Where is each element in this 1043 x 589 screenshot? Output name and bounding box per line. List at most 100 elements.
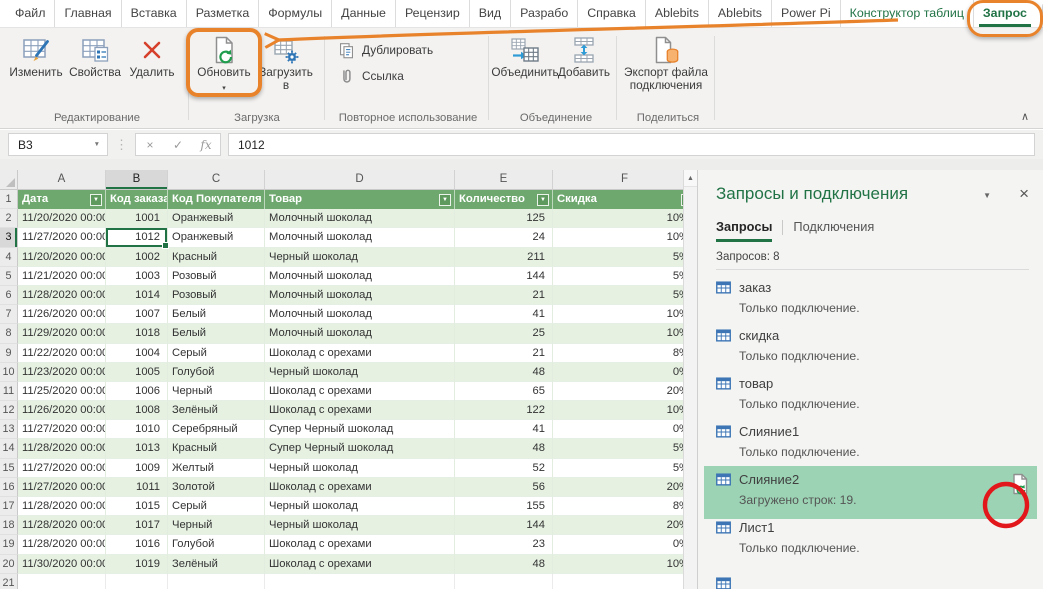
cell-C3[interactable]: Оранжевый xyxy=(168,228,265,247)
row-header-21[interactable]: 21 xyxy=(0,574,18,589)
cell-F18[interactable]: 20% xyxy=(553,516,697,535)
column-header-D[interactable]: D xyxy=(265,170,455,190)
cell-D15[interactable]: Черный шоколад xyxy=(265,459,455,478)
cell-E19[interactable]: 23 xyxy=(455,535,553,554)
cell-C2[interactable]: Оранжевый xyxy=(168,209,265,228)
panel-tab-connections[interactable]: Подключения xyxy=(793,219,874,239)
cell-D10[interactable]: Черный шоколад xyxy=(265,363,455,382)
cell-B19[interactable]: 1016 xyxy=(106,535,168,554)
cell-A12[interactable]: 11/26/2020 00:00 xyxy=(18,401,106,420)
query-item-скидка[interactable]: скидкаТолько подключение. xyxy=(716,327,1029,375)
vertical-scrollbar[interactable]: ▲ xyxy=(683,170,697,589)
cell-B2[interactable]: 1001 xyxy=(106,209,168,228)
cell-B18[interactable]: 1017 xyxy=(106,516,168,535)
row-header-15[interactable]: 15 xyxy=(0,459,18,478)
tab-Ablebits[interactable]: Ablebits xyxy=(709,0,772,27)
cell-E6[interactable]: 21 xyxy=(455,286,553,305)
tab-Запрос[interactable]: Запрос xyxy=(974,0,1036,27)
cell-F2[interactable]: 10% xyxy=(553,209,697,228)
row-header-20[interactable]: 20 xyxy=(0,555,18,574)
cell-E20[interactable]: 48 xyxy=(455,555,553,574)
button-Ссылка[interactable]: Ссылка xyxy=(330,66,404,86)
button-Объединить[interactable]: Объединить xyxy=(494,32,556,79)
tab-Вставка[interactable]: Вставка xyxy=(122,0,187,27)
name-box[interactable]: B3 ▼ xyxy=(8,133,108,156)
tab-Рецензир[interactable]: Рецензир xyxy=(396,0,470,27)
cell-E5[interactable]: 144 xyxy=(455,267,553,286)
row-header-6[interactable]: 6 xyxy=(0,286,18,305)
cell-F10[interactable]: 0% xyxy=(553,363,697,382)
refresh-preview-icon[interactable] xyxy=(1011,473,1029,495)
formula-input[interactable]: 1012 xyxy=(228,133,1035,156)
button-Загрузить[interactable]: Загрузитьв xyxy=(256,32,316,92)
tab-Ablebits[interactable]: Ablebits xyxy=(646,0,709,27)
cell-B5[interactable]: 1003 xyxy=(106,267,168,286)
cell-F7[interactable]: 10% xyxy=(553,305,697,324)
cell-E7[interactable]: 41 xyxy=(455,305,553,324)
cell-D9[interactable]: Шоколад с орехами xyxy=(265,344,455,363)
cell-E14[interactable]: 48 xyxy=(455,439,553,458)
cell-C19[interactable]: Голубой xyxy=(168,535,265,554)
cell-D14[interactable]: Супер Черный шоколад xyxy=(265,439,455,458)
row-header-12[interactable]: 12 xyxy=(0,401,18,420)
cancel-icon[interactable]: × xyxy=(136,138,164,152)
row-header-18[interactable]: 18 xyxy=(0,516,18,535)
cell-A20[interactable]: 11/30/2020 00:00 xyxy=(18,555,106,574)
cell-F5[interactable]: 5% xyxy=(553,267,697,286)
panel-chevron-down-icon[interactable]: ▼ xyxy=(983,191,991,200)
cell-E3[interactable]: 24 xyxy=(455,228,553,247)
cell-D8[interactable]: Молочный шоколад xyxy=(265,324,455,343)
row-header-7[interactable]: 7 xyxy=(0,305,18,324)
cell-C20[interactable]: Зелёный xyxy=(168,555,265,574)
panel-close-icon[interactable]: × xyxy=(1019,185,1029,202)
cell-B20[interactable]: 1019 xyxy=(106,555,168,574)
table-header-Код заказа[interactable]: Код заказа▼ xyxy=(106,190,168,209)
query-item-заказ[interactable]: заказТолько подключение. xyxy=(716,279,1029,327)
row-header-14[interactable]: 14 xyxy=(0,439,18,458)
cell-C16[interactable]: Золотой xyxy=(168,478,265,497)
cell-C7[interactable]: Белый xyxy=(168,305,265,324)
row-header-2[interactable]: 2 xyxy=(0,209,18,228)
cell-A4[interactable]: 11/20/2020 00:00 xyxy=(18,248,106,267)
cell-E11[interactable]: 65 xyxy=(455,382,553,401)
cell-E13[interactable]: 41 xyxy=(455,420,553,439)
cell-C8[interactable]: Белый xyxy=(168,324,265,343)
cell-D21[interactable] xyxy=(265,574,455,589)
row-header-5[interactable]: 5 xyxy=(0,267,18,286)
cell-F19[interactable]: 0% xyxy=(553,535,697,554)
cell-F4[interactable]: 5% xyxy=(553,248,697,267)
cell-B13[interactable]: 1010 xyxy=(106,420,168,439)
filter-dropdown-icon[interactable]: ▼ xyxy=(90,194,102,206)
cell-E9[interactable]: 21 xyxy=(455,344,553,363)
cell-D12[interactable]: Шоколад с орехами xyxy=(265,401,455,420)
row-header-4[interactable]: 4 xyxy=(0,248,18,267)
cell-D16[interactable]: Шоколад с орехами xyxy=(265,478,455,497)
tab-Главная[interactable]: Главная xyxy=(55,0,121,27)
cell-D7[interactable]: Молочный шоколад xyxy=(265,305,455,324)
cell-D18[interactable]: Черный шоколад xyxy=(265,516,455,535)
cell-A3[interactable]: 11/27/2020 00:00 xyxy=(18,228,106,247)
tab-Вид[interactable]: Вид xyxy=(470,0,511,27)
row-header-9[interactable]: 9 xyxy=(0,344,18,363)
cell-A11[interactable]: 11/25/2020 00:00 xyxy=(18,382,106,401)
cell-B3[interactable]: 1012 xyxy=(106,228,168,247)
cell-A16[interactable]: 11/27/2020 00:00 xyxy=(18,478,106,497)
table-header-Товар[interactable]: Товар▼ xyxy=(265,190,455,209)
cell-C5[interactable]: Розовый xyxy=(168,267,265,286)
cell-F9[interactable]: 8% xyxy=(553,344,697,363)
cell-E16[interactable]: 56 xyxy=(455,478,553,497)
select-all-corner[interactable] xyxy=(0,170,18,190)
cell-F16[interactable]: 20% xyxy=(553,478,697,497)
cell-B21[interactable] xyxy=(106,574,168,589)
name-box-dropdown-icon[interactable]: ▼ xyxy=(94,141,107,148)
row-header-8[interactable]: 8 xyxy=(0,324,18,343)
cell-F8[interactable]: 10% xyxy=(553,324,697,343)
cell-B15[interactable]: 1009 xyxy=(106,459,168,478)
cell-B14[interactable]: 1013 xyxy=(106,439,168,458)
cell-A18[interactable]: 11/28/2020 00:00 xyxy=(18,516,106,535)
cell-C18[interactable]: Черный xyxy=(168,516,265,535)
cell-A17[interactable]: 11/28/2020 00:00 xyxy=(18,497,106,516)
cell-D3[interactable]: Молочный шоколад xyxy=(265,228,455,247)
cell-E8[interactable]: 25 xyxy=(455,324,553,343)
insert-function-icon[interactable]: fx xyxy=(192,138,220,152)
